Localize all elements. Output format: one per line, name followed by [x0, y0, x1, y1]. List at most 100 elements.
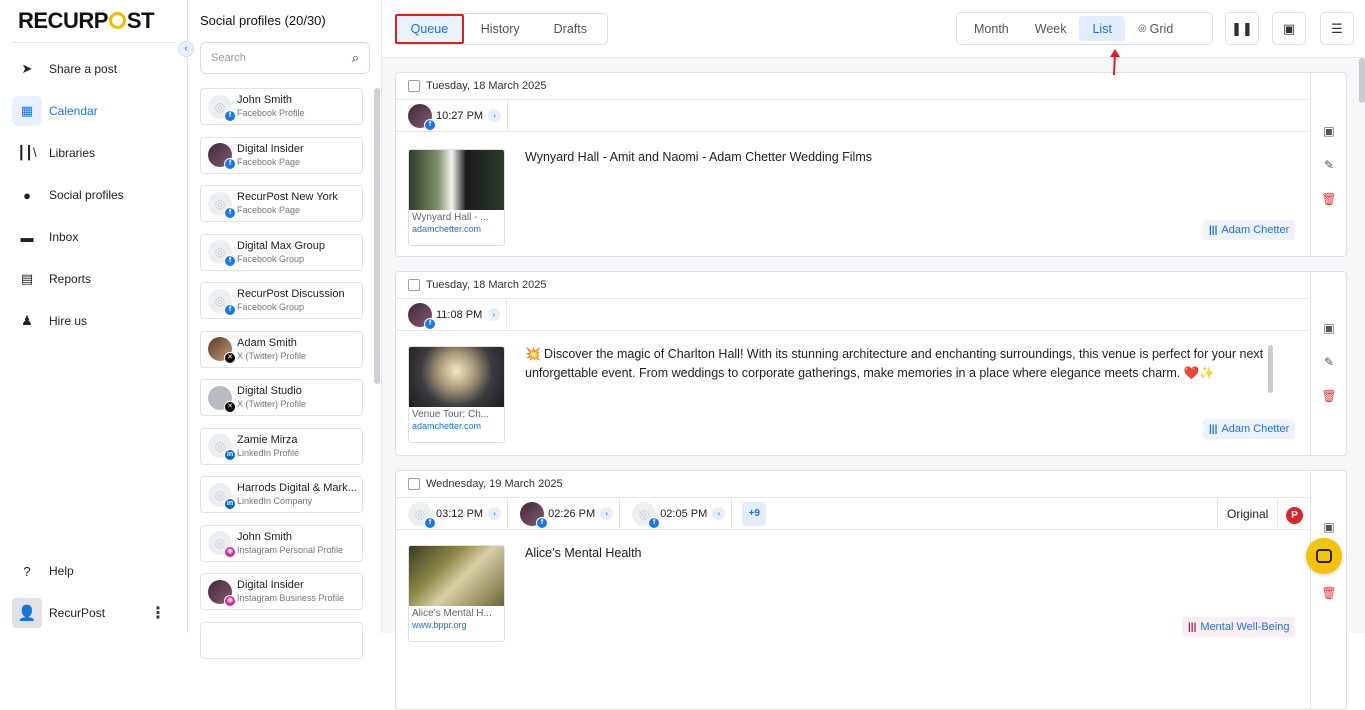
- original-label[interactable]: Original: [1217, 498, 1278, 530]
- nav-help[interactable]: ?Help: [12, 556, 176, 586]
- tab-history[interactable]: History: [464, 16, 537, 42]
- library-badge[interactable]: |||Adam Chetter: [1203, 220, 1295, 240]
- profile-card[interactable]: ◎fRecurPost New YorkFacebook Page: [200, 185, 363, 222]
- main-scrollbar[interactable]: [1359, 58, 1365, 103]
- time-chip[interactable]: ◎f02:05 PM›: [620, 498, 732, 530]
- more-vertical-icon[interactable]: ⋮: [150, 603, 166, 623]
- chat-widget-button[interactable]: [1306, 538, 1342, 574]
- profile-name: Digital Max Group: [237, 240, 362, 253]
- profiles-scrollbar[interactable]: [374, 88, 380, 384]
- library-badge[interactable]: |||Adam Chetter: [1203, 419, 1295, 439]
- edit-icon[interactable]: ✎: [1321, 355, 1337, 371]
- recurpost-logo[interactable]: RECURPST: [18, 8, 154, 34]
- avatar: ◎f: [408, 502, 432, 526]
- tab-queue[interactable]: Queue: [395, 14, 464, 44]
- linkedin-icon: in: [224, 498, 236, 510]
- send-icon: ➤: [12, 54, 42, 84]
- chevron-right-icon: ›: [488, 109, 501, 122]
- tab-drafts[interactable]: Drafts: [537, 16, 604, 42]
- post-list: Tuesday, 18 March 2025 f10:27 PM› Wynyar…: [382, 58, 1365, 633]
- profile-card[interactable]: ◉Digital InsiderInstagram Business Profi…: [200, 573, 363, 610]
- account-menu[interactable]: 👤RecurPost⋮: [12, 598, 176, 628]
- link-preview[interactable]: Venue Tour: Ch... adamchetter.com: [408, 346, 505, 443]
- preview-image: [409, 150, 504, 210]
- chat-icon: [1316, 549, 1332, 563]
- profile-card[interactable]: ◎◉John SmithInstagram Personal Profile: [200, 525, 363, 562]
- profile-card[interactable]: ✕Adam SmithX (Twitter) Profile: [200, 331, 363, 368]
- time-chip[interactable]: f11:08 PM›: [396, 299, 507, 331]
- reschedule-icon[interactable]: ▣: [1321, 321, 1337, 337]
- profile-type: LinkedIn Profile: [237, 447, 362, 459]
- profile-card[interactable]: [200, 622, 363, 659]
- avatar: ✕: [208, 386, 232, 410]
- time-chip[interactable]: f02:26 PM›: [508, 498, 620, 530]
- profile-name: RecurPost New York: [237, 191, 362, 204]
- chevron-right-icon: ›: [487, 308, 500, 321]
- pinterest-icon[interactable]: P: [1286, 507, 1303, 524]
- view-list[interactable]: List: [1079, 16, 1124, 41]
- calendar-settings-button[interactable]: ▣: [1272, 12, 1306, 45]
- filter-button[interactable]: ☰: [1320, 12, 1354, 45]
- profile-card[interactable]: ◎inZamie MirzaLinkedIn Profile: [200, 428, 363, 465]
- post-select-checkbox[interactable]: [408, 80, 420, 92]
- avatar: ◎f: [208, 289, 232, 313]
- divider: [12, 42, 175, 43]
- delete-icon[interactable]: 🗑: [1321, 586, 1337, 602]
- reschedule-icon[interactable]: ▣: [1321, 124, 1337, 140]
- nav-social-profiles[interactable]: ●Social profiles: [12, 180, 176, 210]
- post-card: Wednesday, 19 March 2025 ◎f03:12 PM› f02…: [395, 470, 1347, 710]
- link-preview[interactable]: Wynyard Hall - ... adamchetter.com: [408, 149, 505, 246]
- profile-card[interactable]: ◎fJohn SmithFacebook Profile: [200, 88, 363, 125]
- profile-card[interactable]: ✕Digital StudioX (Twitter) Profile: [200, 379, 363, 416]
- nav-hire-us[interactable]: ♟Hire us: [12, 306, 176, 336]
- post-select-checkbox[interactable]: [408, 478, 420, 490]
- avatar: 👤: [12, 598, 42, 628]
- view-month[interactable]: Month: [961, 16, 1022, 41]
- profile-card[interactable]: fDigital InsiderFacebook Page: [200, 137, 363, 174]
- view-week[interactable]: Week: [1022, 16, 1080, 41]
- avatar: f: [408, 104, 432, 128]
- nav-reports[interactable]: ▤Reports: [12, 264, 176, 294]
- post-text: Wynyard Hall - Amit and Naomi - Adam Che…: [525, 148, 872, 167]
- post-text: 💥 Discover the magic of Charlton Hall! W…: [525, 345, 1265, 387]
- view-grid[interactable]: ◎Grid: [1125, 16, 1186, 41]
- avatar: ◎in: [208, 483, 232, 507]
- time-chip[interactable]: f10:27 PM›: [396, 100, 508, 132]
- reschedule-icon[interactable]: ▣: [1321, 520, 1337, 536]
- more-times-button[interactable]: +9: [742, 502, 766, 526]
- facebook-icon: f: [648, 517, 660, 529]
- top-toolbar: Queue History Drafts Month Week List ◎Gr…: [382, 0, 1365, 58]
- nav-libraries[interactable]: ┃┃\Libraries: [12, 138, 176, 168]
- facebook-icon: f: [224, 304, 236, 316]
- profile-type: Instagram Personal Profile: [237, 544, 362, 556]
- profile-card[interactable]: ◎inHarrods Digital & Mark...LinkedIn Com…: [200, 476, 363, 513]
- nav-calendar[interactable]: ▦Calendar: [12, 96, 176, 126]
- profile-card[interactable]: ◎fRecurPost DiscussionFacebook Group: [200, 282, 363, 319]
- delete-icon[interactable]: 🗑: [1321, 192, 1337, 208]
- edit-icon[interactable]: ✎: [1321, 158, 1337, 174]
- pause-icon: ❚❚: [1231, 21, 1253, 37]
- facebook-icon: f: [224, 255, 236, 267]
- help-icon: ?: [12, 556, 42, 586]
- link-preview[interactable]: Alice’s Mental H... www.bppr.org: [408, 545, 505, 642]
- avatar: f: [208, 143, 232, 167]
- time-chip[interactable]: ◎f03:12 PM›: [396, 498, 508, 530]
- profile-search-input[interactable]: Search⌕: [200, 42, 370, 74]
- pause-queue-button[interactable]: ❚❚: [1225, 12, 1259, 45]
- nav-inbox[interactable]: ▬Inbox: [12, 222, 176, 252]
- text-scrollbar[interactable]: [1268, 345, 1273, 393]
- nav-share-a-post[interactable]: ➤Share a post: [12, 54, 176, 84]
- libraries-icon: |||: [1209, 225, 1217, 236]
- sliders-icon: ☰: [1331, 21, 1343, 37]
- post-select-checkbox[interactable]: [408, 279, 420, 291]
- post-text: Alice’s Mental Health: [525, 544, 642, 563]
- facebook-icon: f: [224, 110, 236, 122]
- delete-icon[interactable]: 🗑: [1321, 389, 1337, 405]
- profile-card[interactable]: ◎fDigital Max GroupFacebook Group: [200, 234, 363, 271]
- queue-tabs: Queue History Drafts: [395, 13, 608, 45]
- post-actions: ▣ 🗑: [1310, 471, 1346, 709]
- avatar: ✕: [208, 337, 232, 361]
- main-sidebar: RECURPST ➤Share a post ▦Calendar ┃┃\Libr…: [0, 0, 188, 633]
- library-badge[interactable]: |||Mental Well-Being: [1182, 617, 1295, 637]
- collapse-sidebar-button[interactable]: ‹: [178, 41, 194, 57]
